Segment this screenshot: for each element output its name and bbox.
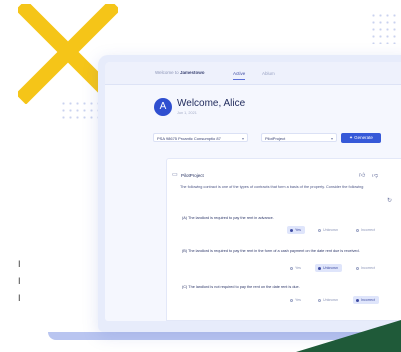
- chevron-down-icon: ▾: [241, 136, 244, 141]
- answer-option[interactable]: Incorrect: [353, 226, 379, 234]
- answer-option[interactable]: Yes: [287, 264, 305, 272]
- thumbs-up-icon[interactable]: 👍︎: [359, 171, 365, 179]
- answer-option[interactable]: Unknown: [315, 226, 342, 234]
- question-text: (B) The landlord is required to pay the …: [182, 249, 360, 253]
- side-mark: I: [18, 259, 21, 269]
- answer-option[interactable]: Unknown: [315, 296, 342, 304]
- side-mark: I: [18, 293, 21, 303]
- property-select[interactable]: PSA 98675 Proantic Consumptio 87 ▾: [153, 133, 248, 142]
- org-prefix: Welcome to: [155, 70, 179, 75]
- generate-button-label: Generate: [354, 135, 373, 140]
- project-description: The following contract is one of the typ…: [180, 185, 364, 189]
- question-text: (C) The landlord is not required to pay …: [182, 285, 300, 289]
- app-screen: Welcome to Jamestowo Active Ablum A Welc…: [105, 62, 401, 321]
- tab-active[interactable]: Active: [233, 71, 246, 80]
- tab-album[interactable]: Ablum: [262, 71, 275, 79]
- avatar: A: [154, 98, 172, 116]
- green-corner-decoration: [296, 320, 401, 352]
- org-label: Welcome to Jamestowo: [155, 70, 204, 75]
- thumbs-down-icon[interactable]: 👎︎: [372, 171, 378, 179]
- sparkle-icon: ✦: [349, 135, 353, 140]
- generate-button[interactable]: ✦ Generate: [341, 133, 381, 143]
- project-card: ▭ PilotProject 👍︎ 👎︎ ↻ The following con…: [166, 158, 401, 321]
- answer-option[interactable]: Incorrect: [353, 264, 379, 272]
- answer-option[interactable]: Incorrect: [353, 296, 379, 304]
- answer-option[interactable]: Yes: [287, 296, 305, 304]
- question-text: (A) The landlord is required to pay the …: [182, 216, 274, 220]
- folder-icon: ▭: [172, 172, 178, 178]
- property-select-value: PSA 98675 Proantic Consumptio 87: [157, 136, 221, 141]
- top-bar: Welcome to Jamestowo Active Ablum: [105, 62, 401, 85]
- side-mark: I: [18, 276, 21, 286]
- dot-pattern-decoration: [370, 12, 400, 44]
- answer-option[interactable]: Unknown: [315, 264, 342, 272]
- refresh-icon[interactable]: ↻: [387, 197, 392, 204]
- answer-option[interactable]: Yes: [287, 226, 305, 234]
- date-label: Jun 1, 2021: [177, 111, 197, 115]
- project-select[interactable]: PilotProject ▾: [261, 133, 337, 142]
- project-select-value: PilotProject: [265, 136, 286, 141]
- page-title: Welcome, Alice: [177, 98, 246, 109]
- project-title: PilotProject: [181, 173, 204, 178]
- org-name: Jamestowo: [179, 70, 205, 75]
- side-text-fragment: I I I: [18, 256, 22, 307]
- laptop-frame: Welcome to Jamestowo Active Ablum A Welc…: [98, 55, 401, 332]
- chevron-down-icon: ▾: [330, 136, 333, 141]
